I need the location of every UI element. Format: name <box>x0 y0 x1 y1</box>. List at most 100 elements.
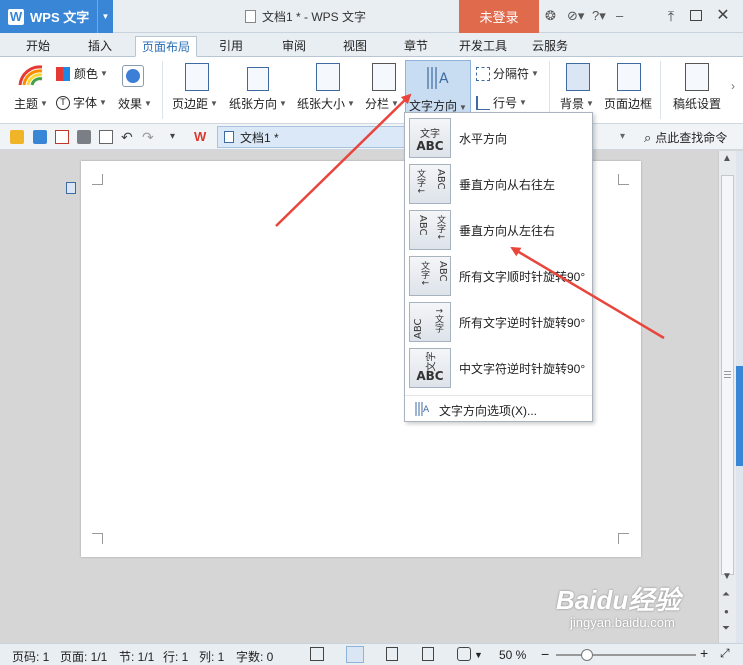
menu-item-vertical-ltr[interactable]: ABC 文字↓ 垂直方向从左往右 <box>405 207 592 253</box>
effects-icon[interactable] <box>122 65 144 87</box>
page-border-label: 页面边框 <box>604 97 653 111</box>
columns-icon[interactable] <box>372 63 396 91</box>
tab-developer[interactable]: 开发工具 <box>453 36 513 57</box>
margins-button[interactable]: 页边距 ▼ <box>172 95 218 112</box>
paper-size-icon[interactable] <box>316 63 340 91</box>
menu-item-horizontal[interactable]: 文字 ABC 水平方向 <box>405 115 592 161</box>
scrollbar-thumb[interactable] <box>721 175 734 575</box>
side-panel <box>736 151 743 643</box>
open-icon[interactable] <box>10 130 24 144</box>
paper-settings-icon[interactable] <box>685 63 709 91</box>
tab-references[interactable]: 引用 <box>213 36 249 57</box>
tab-insert[interactable]: 插入 <box>82 36 118 57</box>
login-button[interactable]: 未登录 <box>459 0 539 33</box>
zoom-out-icon[interactable]: − <box>541 646 549 662</box>
background-label: 背景 <box>560 97 585 111</box>
tab-cloud[interactable]: 云服务 <box>526 36 574 57</box>
background-icon[interactable] <box>566 63 590 91</box>
tab-home[interactable]: 开始 <box>20 36 56 57</box>
close-icon[interactable]: ✕ <box>712 6 734 26</box>
font-label: 字体 <box>73 96 98 110</box>
help-icon[interactable]: ?▾ <box>592 8 606 24</box>
page-view-icon[interactable] <box>346 646 364 663</box>
print-icon[interactable] <box>77 130 91 144</box>
document-tab-label: 文档1 * <box>240 130 279 145</box>
paper-size-label: 纸张大小 <box>297 97 346 111</box>
paper-settings-button[interactable]: 稿纸设置 <box>673 95 721 112</box>
paper-size-button[interactable]: 纸张大小 ▼ <box>297 95 355 112</box>
zoom-level[interactable]: 50 % <box>499 648 526 662</box>
chevron-down-icon[interactable]: ▼ <box>97 0 113 33</box>
orientation-button[interactable]: 纸张方向 ▼ <box>229 95 287 112</box>
theme-label: 主题 <box>14 97 39 111</box>
undo-icon[interactable]: ↶ <box>121 130 135 144</box>
app-menu-button[interactable]: W WPS 文字 ▼ <box>0 0 113 33</box>
line-numbers-icon <box>476 95 490 110</box>
fit-page-icon[interactable]: ⤢ <box>720 646 730 661</box>
text-direction-button[interactable]: A 文字方向 ▼ <box>405 60 471 119</box>
redo-icon[interactable]: ↷ <box>142 130 156 144</box>
effects-button[interactable]: 效果 ▼ <box>118 95 152 112</box>
menu-item-vertical-rtl[interactable]: 文字↓ ABC 垂直方向从右往左 <box>405 161 592 207</box>
font-theme-button[interactable]: T 字体 ▼ <box>56 94 107 111</box>
menu-item-text-direction-options[interactable]: A 文字方向选项(X)... <box>405 395 592 421</box>
export-pdf-icon[interactable] <box>55 130 69 144</box>
zoom-slider-knob[interactable] <box>581 649 593 661</box>
menu-item-rotate-ccw[interactable]: ABC ↑文字 所有文字逆时针旋转90° <box>405 299 592 345</box>
save-icon[interactable] <box>33 130 47 144</box>
side-panel-toggle[interactable] <box>736 366 743 466</box>
background-button[interactable]: 背景 ▼ <box>560 95 594 112</box>
page-border-button[interactable]: 页面边框 <box>604 95 652 112</box>
menu-item-cjk-rotate-ccw[interactable]: 文字 ABC 中文字符逆时针旋转90° <box>405 345 592 391</box>
browse-object-icon[interactable]: ● <box>724 607 729 616</box>
vertical-scrollbar[interactable]: ▲ ▼ ⏶ ● ⏷ <box>718 151 736 643</box>
status-bar: 页码: 1 页面: 1/1 节: 1/1 行: 1 列: 1 字数: 0 ▼ 5… <box>0 643 743 665</box>
rotate-ccw-icon: ABC ↑文字 <box>409 302 451 342</box>
tab-view[interactable]: 视图 <box>337 36 373 57</box>
vertical-ltr-icon: ABC 文字↓ <box>409 210 451 250</box>
feedback-icon[interactable]: ⊘▾ <box>567 8 584 24</box>
columns-button[interactable]: 分栏 ▼ <box>365 95 399 112</box>
prev-page-icon[interactable]: ⏶ <box>722 589 730 600</box>
menu-item-rotate-cw[interactable]: 文字↓ ABC 所有文字顺时针旋转90° <box>405 253 592 299</box>
chevron-down-icon[interactable]: ▾ <box>620 130 634 144</box>
scroll-down-icon[interactable]: ▼ <box>722 571 732 582</box>
reading-view-icon[interactable] <box>422 647 434 661</box>
scroll-up-icon[interactable]: ▲ <box>722 153 732 164</box>
paragraph-mark-icon[interactable] <box>66 182 76 194</box>
text-direction-icon: A <box>427 67 449 89</box>
minimize-ribbon-icon[interactable]: – <box>616 8 623 24</box>
margins-label: 页边距 <box>172 97 209 111</box>
orientation-icon[interactable] <box>247 67 269 91</box>
next-page-icon[interactable]: ⏷ <box>722 623 730 634</box>
theme-button[interactable]: 主题 ▼ <box>14 95 48 112</box>
page-border-icon[interactable] <box>617 63 641 91</box>
wps-w-icon[interactable]: W <box>194 130 208 144</box>
document-tab[interactable]: 文档1 * <box>217 126 407 148</box>
full-screen-icon[interactable] <box>310 647 324 661</box>
chevron-right-icon[interactable]: › <box>731 79 735 93</box>
upload-icon[interactable]: ⤒ <box>660 6 682 26</box>
eye-protection-icon[interactable] <box>457 647 471 661</box>
breaks-button[interactable]: 分隔符 ▼ <box>476 65 539 82</box>
restore-icon[interactable] <box>685 6 707 26</box>
line-numbers-button[interactable]: 行号 ▼ <box>476 94 527 111</box>
customize-icon[interactable]: ▾ <box>170 130 184 144</box>
print-preview-icon[interactable] <box>99 130 113 144</box>
document-canvas[interactable] <box>0 151 718 643</box>
margins-icon[interactable] <box>185 63 209 91</box>
theme-icon[interactable] <box>18 63 44 87</box>
chevron-down-icon[interactable]: ▼ <box>474 650 483 660</box>
outline-view-icon[interactable] <box>386 647 398 661</box>
color-button[interactable]: 颜色 ▼ <box>56 65 108 82</box>
tab-chapter[interactable]: 章节 <box>398 36 434 57</box>
skin-icon[interactable]: ❂ <box>545 8 556 24</box>
tab-review[interactable]: 审阅 <box>276 36 312 57</box>
zoom-in-icon[interactable]: + <box>700 645 708 661</box>
command-search[interactable]: ⌕ 点此查找命令 <box>644 129 727 146</box>
zoom-slider[interactable] <box>556 649 696 661</box>
vertical-rtl-icon: 文字↓ ABC <box>409 164 451 204</box>
breaks-icon <box>476 66 490 81</box>
ribbon-divider <box>660 61 661 119</box>
tab-page-layout[interactable]: 页面布局 <box>135 36 198 57</box>
